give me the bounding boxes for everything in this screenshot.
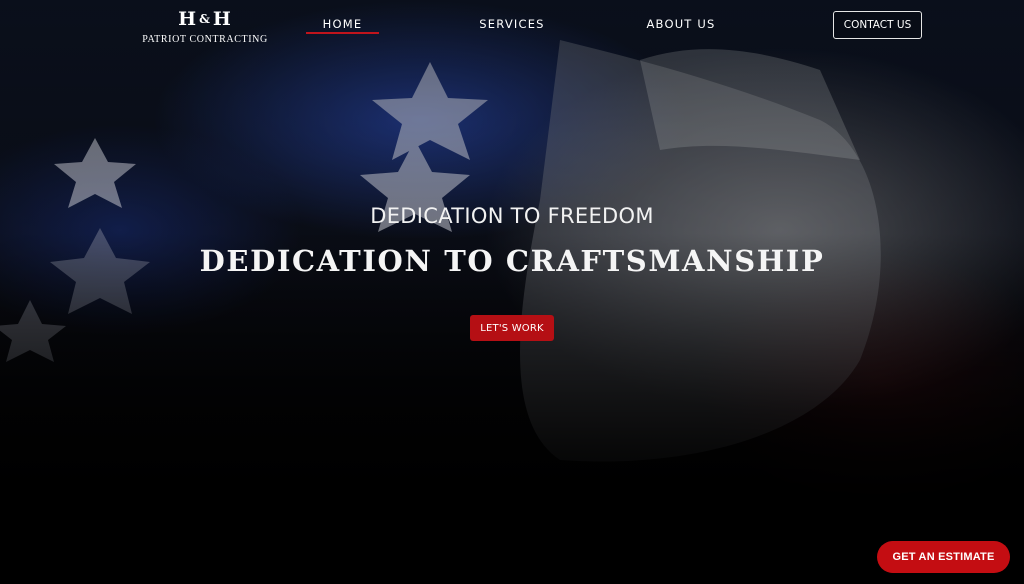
nav-item-services-label: SERVICES	[479, 17, 545, 31]
logo-subtitle: PATRIOT CONTRACTING	[142, 34, 268, 45]
logo-mark-right: H	[212, 8, 232, 30]
nav-item-about-label: ABOUT US	[646, 17, 716, 31]
get-estimate-button[interactable]: GET AN ESTIMATE	[877, 541, 1010, 573]
nav-item-home-label: HOME	[322, 17, 363, 31]
hero-overlay	[0, 0, 1024, 584]
nav-item-about[interactable]: ABOUT US	[640, 17, 722, 31]
lets-work-button[interactable]: LET'S WORK	[470, 315, 554, 341]
active-nav-underline	[306, 32, 379, 34]
nav-item-home[interactable]: HOME	[306, 17, 379, 34]
logo-mark-left: H	[178, 8, 198, 30]
contact-us-button[interactable]: CONTACT US	[833, 11, 922, 39]
site-logo[interactable]: H & H PATRIOT CONTRACTING	[140, 8, 270, 45]
hero-section	[0, 0, 1024, 584]
logo-mark: H & H	[140, 8, 270, 30]
nav-item-services[interactable]: SERVICES	[470, 17, 554, 31]
logo-mark-amp: &	[199, 12, 211, 26]
hero-tagline: DEDICATION TO FREEDOM	[370, 204, 654, 228]
hero-headline: DEDICATION TO CRAFTSMANSHIP	[199, 244, 825, 278]
